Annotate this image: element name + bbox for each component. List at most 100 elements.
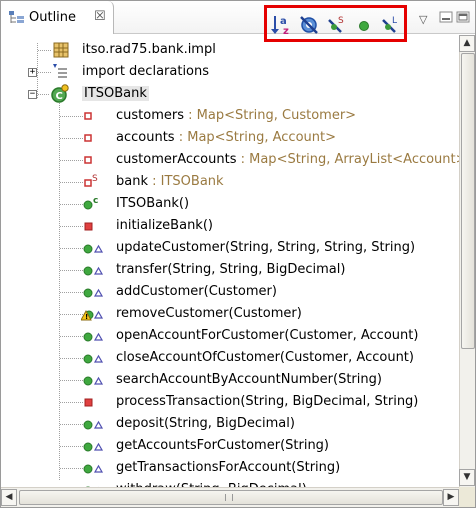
private-field-icon — [81, 151, 109, 173]
tree-item-label: customers : Map<String, Customer> — [116, 108, 356, 123]
outline-tree: itso.rad75.bank.impl + import declaratio… — [1, 35, 459, 487]
tree-item-member[interactable]: c ITSOBank() — [1, 193, 459, 215]
member-name: deposit(String, BigDecimal) — [116, 416, 295, 431]
tree-item-member[interactable]: getAccountsForCustomer(String) — [1, 435, 459, 457]
tree-item-label: openAccountForCustomer(Customer, Account… — [116, 328, 418, 343]
outline-icon — [9, 11, 24, 23]
tree-item-label: transfer(String, String, BigDecimal) — [116, 262, 345, 277]
tree-item-member[interactable]: initializeBank() — [1, 215, 459, 237]
scroll-up-button[interactable]: ▲ — [459, 35, 475, 52]
tree-item-member[interactable]: customers : Map<String, Customer> — [1, 105, 459, 127]
scroll-left-button[interactable]: ◀ — [1, 489, 17, 506]
tree-item-label: addCustomer(Customer) — [116, 284, 277, 299]
member-name: processTransaction(String, BigDecimal, S… — [116, 394, 419, 409]
tree-item-member[interactable]: Sbank : ITSOBank — [1, 171, 459, 193]
tree-item-member[interactable]: openAccountForCustomer(Customer, Account… — [1, 325, 459, 347]
maximize-icon[interactable] — [456, 11, 470, 23]
tree-item-label: closeAccountOfCustomer(Customer, Account… — [116, 350, 414, 365]
tree-item-package[interactable]: itso.rad75.bank.impl — [1, 39, 459, 61]
sort-az-icon[interactable]: a z — [271, 14, 293, 36]
private-field-icon — [81, 107, 109, 129]
warning-method-icon: ! — [80, 305, 109, 327]
tree-item-label: getAccountsForCustomer(String) — [116, 438, 329, 453]
hide-local-types-icon[interactable]: L — [379, 14, 401, 36]
tree-item-label: ITSOBank() — [116, 196, 189, 211]
member-name: searchAccountByAccountNumber(String) — [116, 372, 382, 387]
tab-label: Outline — [29, 10, 77, 25]
tree-item-member[interactable]: customerAccounts : Map<String, ArrayList… — [1, 149, 459, 171]
svg-text:c: c — [93, 196, 98, 206]
tree-item-member[interactable]: transfer(String, String, BigDecimal) — [1, 259, 459, 281]
member-type: : Map<String, Customer> — [184, 108, 357, 123]
tree-item-member[interactable]: addCustomer(Customer) — [1, 281, 459, 303]
minimize-icon[interactable] — [439, 11, 453, 23]
tree-item-member[interactable]: closeAccountOfCustomer(Customer, Account… — [1, 347, 459, 369]
svg-text:S: S — [92, 174, 98, 184]
public-method-override-icon — [81, 261, 109, 283]
tree-item-class[interactable]: − C ITSOBank — [1, 83, 459, 105]
hide-fields-icon[interactable] — [298, 14, 320, 36]
tree-item-label: import declarations — [82, 64, 210, 79]
tree-item-label: getTransactionsForAccount(String) — [116, 460, 340, 475]
member-name: customers — [116, 108, 184, 123]
svg-text:C: C — [56, 91, 63, 102]
tree-item-member[interactable]: searchAccountByAccountNumber(String) — [1, 369, 459, 391]
tree-item-member[interactable]: getTransactionsForAccount(String) — [1, 457, 459, 479]
class-icon: C — [51, 84, 69, 103]
green-dot-icon[interactable] — [353, 14, 375, 36]
public-method-override-icon — [81, 371, 109, 393]
svg-text:S: S — [338, 16, 344, 26]
svg-text:z: z — [283, 26, 289, 36]
member-name: getTransactionsForAccount(String) — [116, 460, 341, 475]
horizontal-scrollbar[interactable]: ◀ ▶ — [1, 487, 459, 507]
vertical-scrollbar[interactable]: ▲ ▼ — [459, 35, 475, 487]
public-method-override-icon — [81, 239, 109, 261]
public-method-override-icon — [81, 349, 109, 371]
outline-tab[interactable]: Outline ☒ — [1, 1, 114, 34]
member-name: transfer(String, String, BigDecimal) — [116, 262, 346, 277]
scroll-right-button[interactable]: ▶ — [443, 489, 459, 506]
view-menu-icon[interactable]: ▽ — [419, 13, 427, 26]
scroll-down-button[interactable]: ▼ — [459, 469, 475, 486]
tree-item-label: customerAccounts : Map<String, ArrayList… — [116, 152, 459, 167]
collapse-toggle[interactable]: − — [28, 90, 37, 99]
tree-item-label: accounts : Map<String, Account> — [116, 130, 336, 145]
horizontal-scroll-thumb[interactable] — [19, 490, 443, 505]
tree-item-imports[interactable]: + import declarations — [1, 61, 459, 83]
member-name: initializeBank() — [116, 218, 213, 233]
hide-static-icon[interactable]: S — [325, 14, 347, 36]
tree-item-label: deposit(String, BigDecimal) — [116, 416, 295, 431]
package-icon — [53, 42, 69, 58]
tree-guide — [38, 72, 52, 73]
member-name: getAccountsForCustomer(String) — [116, 438, 330, 453]
public-method-override-icon — [81, 437, 109, 459]
scroll-grip — [225, 494, 233, 501]
tree-item-member[interactable]: withdraw(String, BigDecimal) — [1, 479, 459, 487]
member-name: closeAccountOfCustomer(Customer, Account… — [116, 350, 414, 365]
tree-item-member[interactable]: processTransaction(String, BigDecimal, S… — [1, 391, 459, 413]
svg-text:!: ! — [85, 313, 88, 321]
private-method-icon — [81, 217, 109, 239]
tree-item-member[interactable]: deposit(String, BigDecimal) — [1, 413, 459, 435]
toolbar-highlight: a z S L — [264, 5, 407, 42]
member-name: accounts — [116, 130, 175, 145]
member-name: updateCustomer(String, String, String, S… — [116, 240, 416, 255]
close-icon[interactable]: ☒ — [94, 9, 106, 24]
vertical-scroll-thumb[interactable] — [461, 53, 475, 349]
tree-item-member[interactable]: accounts : Map<String, Account> — [1, 127, 459, 149]
member-name: bank — [116, 174, 148, 189]
tree-item-label: searchAccountByAccountNumber(String) — [116, 372, 382, 387]
expand-toggle[interactable]: + — [28, 68, 37, 77]
tree-item-label: ITSOBank — [82, 86, 149, 101]
view-title-bar: Outline ☒ a z S L ▽ — [1, 1, 475, 42]
constructor-icon: c — [81, 195, 109, 217]
public-method-override-icon — [81, 327, 109, 349]
private-field-icon — [81, 129, 109, 151]
tree-item-label: updateCustomer(String, String, String, S… — [116, 240, 415, 255]
tree-item-member[interactable]: updateCustomer(String, String, String, S… — [1, 237, 459, 259]
member-type: : ITSOBank — [148, 174, 224, 189]
tree-guide — [38, 50, 52, 51]
tree-item-member[interactable]: ! removeCustomer(Customer) — [1, 303, 459, 325]
member-name: ITSOBank() — [116, 196, 190, 211]
scroll-corner — [459, 487, 475, 507]
